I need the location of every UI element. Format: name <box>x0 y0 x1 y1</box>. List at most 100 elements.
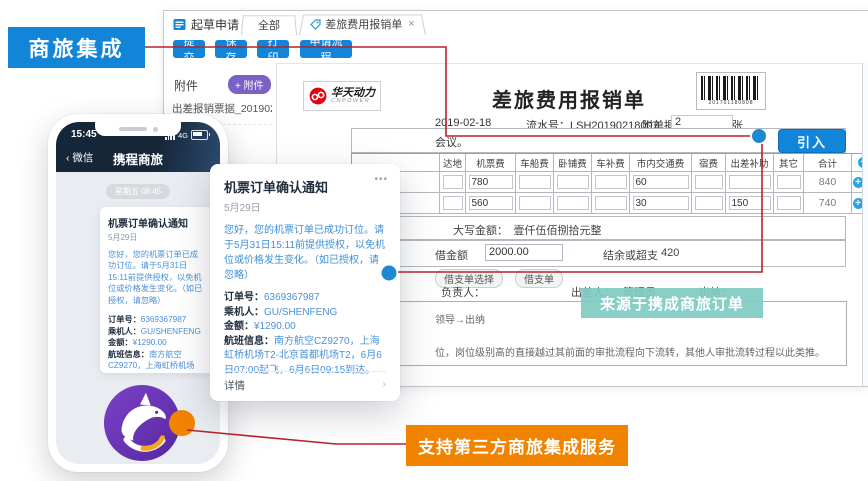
dest-input[interactable] <box>443 196 463 210</box>
field-label: 金额： <box>108 338 133 347</box>
amount-cell <box>516 193 554 214</box>
amount-input[interactable] <box>557 196 589 210</box>
amount-cell <box>692 193 726 214</box>
amount-input[interactable]: 150 <box>729 196 771 210</box>
amount-input[interactable] <box>519 196 551 210</box>
notification-dot <box>169 410 195 436</box>
loan-slip-button[interactable]: 借支单 <box>515 269 563 288</box>
phone-message-card[interactable]: 机票订单确认通知 5月29日 您好，您的机票订单已成功订位。请于5月31日15:… <box>100 207 214 373</box>
column-header: 合计 <box>804 154 852 172</box>
popup-date: 5月29日 <box>224 199 386 214</box>
caps-value: 壹仟伍佰捌拾元整 <box>514 225 602 237</box>
balance-value: 420 <box>661 247 679 259</box>
third-party-label: 支持第三方商旅集成服务 <box>406 425 628 466</box>
amount-input[interactable] <box>777 196 801 210</box>
amount-cell <box>554 193 592 214</box>
speaker-icon <box>119 127 147 131</box>
amount-cell: 60 <box>630 172 692 193</box>
amount-input[interactable]: 780 <box>469 175 513 189</box>
popup-title: 机票订单确认通知 <box>224 177 386 196</box>
amount-input[interactable] <box>519 175 551 189</box>
field-row: 航班信息：南方航空CZ9270，上海虹桥机场T2-北京首都机场T2，6月6日07… <box>108 349 206 373</box>
field-value: ¥1290.00 <box>133 338 167 347</box>
details-label: 详情 <box>224 378 245 393</box>
amount-input[interactable] <box>695 175 723 189</box>
print-button[interactable]: 打印 <box>257 40 289 58</box>
field-label: 航班信息： <box>108 350 149 359</box>
field-label: 金额： <box>224 321 254 332</box>
field-value: GU/SHENFENG <box>264 307 337 318</box>
amount-cell: 30 <box>630 193 692 214</box>
message-date: 5月29日 <box>108 232 206 243</box>
draft-form-icon <box>173 18 186 31</box>
amount-cell <box>774 193 804 214</box>
field-row: 金额：¥1290.00 <box>108 337 206 348</box>
popup-details-link[interactable]: 详情 › <box>224 371 386 393</box>
amount-cell <box>516 172 554 193</box>
expense-table: 达地机票费车船费卧铺费车补费市内交通费宿费出差补助其它合计+78060840+5… <box>351 153 868 214</box>
tag-icon <box>310 19 321 30</box>
status-time: 15:45 <box>71 129 97 140</box>
save-button[interactable]: 保存 <box>215 40 247 58</box>
amount-input[interactable] <box>777 175 801 189</box>
more-menu-icon[interactable]: ••• <box>374 174 388 185</box>
tab-all[interactable]: 全部 <box>241 14 297 35</box>
balance-label: 结余或超支 <box>603 247 658 263</box>
amount-cell <box>774 172 804 193</box>
network-label: 4G <box>178 131 188 140</box>
field-label: 乘机人： <box>108 327 141 336</box>
field-row: 订单号：6369367987 <box>224 291 386 306</box>
dest-input[interactable] <box>443 175 463 189</box>
amount-input[interactable] <box>557 175 589 189</box>
caps-label: 大写金额： <box>453 225 503 237</box>
barcode-bars <box>701 76 761 100</box>
barcode: 201701180808 <box>696 72 766 110</box>
column-header: 宿费 <box>692 154 726 172</box>
scrollbar[interactable] <box>862 63 868 386</box>
amount-input[interactable] <box>595 175 627 189</box>
approval-line2: 位，岗位级别高的直接越过其前面的审批流程向下流转，其他人审批流转过程以此类推。 <box>435 344 825 359</box>
field-value: 6369367987 <box>264 292 320 303</box>
vendor-logo: 华天动力 CNPOWER <box>303 81 381 111</box>
add-attachment-button[interactable]: + 附件 <box>228 75 271 94</box>
vendor-subname: CNPOWER <box>331 99 375 105</box>
field-row: 订单号：6369367987 <box>108 314 206 325</box>
amount-cell <box>592 193 630 214</box>
amount-input[interactable] <box>595 196 627 210</box>
submit-button[interactable]: 提交 <box>173 40 205 58</box>
column-header: 卧铺费 <box>554 154 592 172</box>
amount-input[interactable]: 30 <box>633 196 689 210</box>
barcode-number: 201701180808 <box>701 100 761 106</box>
approval-line1: 领导→出纳 <box>435 311 485 326</box>
nav-draft-label: 起草申请 <box>191 16 239 33</box>
tab-expense-doc[interactable]: 差旅费用报销单 × <box>299 13 426 35</box>
field-value: 6369367987 <box>141 315 187 324</box>
message-fields: 订单号：6369367987乘机人：GU/SHENFENG金额：¥1290.00… <box>108 314 206 373</box>
apply-flow-button[interactable]: 申请流程 <box>300 40 352 58</box>
amount-input[interactable]: 560 <box>469 196 513 210</box>
amount-input[interactable]: 60 <box>633 175 689 189</box>
import-button[interactable]: 引入 <box>778 129 846 153</box>
popup-fields: 订单号：6369367987乘机人：GU/SHENFENG金额：¥1290.00… <box>224 291 386 378</box>
source-order-label: 来源于携成商旅订单 <box>581 288 763 318</box>
amount-cell: 560 <box>466 193 516 214</box>
tab-doc-label: 差旅费用报销单 <box>325 16 402 32</box>
amount-input[interactable] <box>729 175 771 189</box>
nav-draft-application[interactable]: 起草申请 <box>173 16 239 33</box>
amount-cell <box>692 172 726 193</box>
row-total-cell: 840 <box>804 172 852 193</box>
loan-amount-input[interactable]: 2000.00 <box>485 244 563 261</box>
amount-cell <box>592 172 630 193</box>
loan-row <box>351 240 846 267</box>
canvas: { "annotations": { "integration": "商旅集成"… <box>0 0 868 481</box>
field-row: 乘机人：GU/SHENFENG <box>224 306 386 321</box>
cnpower-infinity-icon <box>309 87 327 105</box>
amount-input[interactable] <box>695 196 723 210</box>
popup-body: 您好，您的机票订单已成功订位。请于5月31日15:11前提供授权，以免机位或价格… <box>224 223 386 283</box>
field-label: 订单号： <box>108 315 141 324</box>
dest-cell <box>440 172 466 193</box>
attachment-title: 附件 <box>174 77 198 94</box>
amount-cell: 150 <box>726 193 774 214</box>
field-label: 航班信息： <box>224 336 274 347</box>
tab-close-icon[interactable]: × <box>408 18 414 30</box>
